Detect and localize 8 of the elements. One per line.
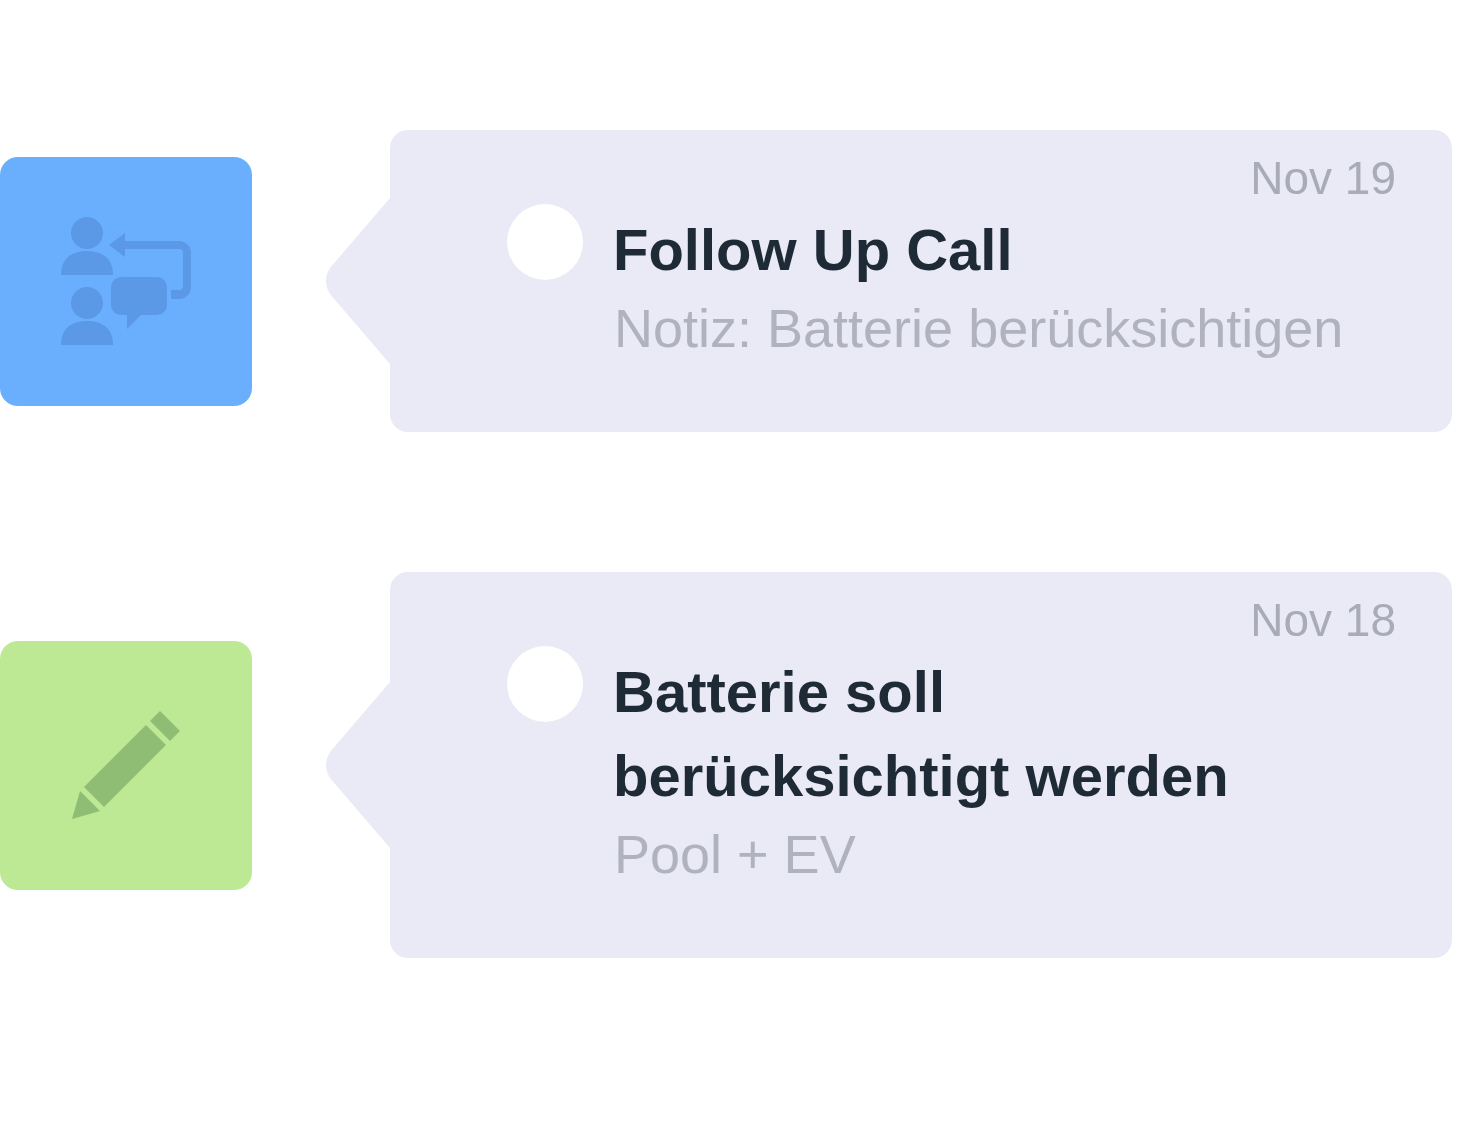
activity-date: Nov 18 — [1250, 594, 1396, 646]
activity-title: Follow Up Call — [613, 216, 1013, 284]
pencil-icon — [70, 709, 182, 821]
people-chat-icon — [59, 215, 193, 347]
activity-note: Notiz: Batterie berücksichtigen — [614, 297, 1344, 360]
activity-date: Nov 19 — [1250, 152, 1396, 204]
activity-title: Batterie soll berücksichtigt werden — [613, 658, 1230, 810]
activity-note: Pool + EV — [614, 823, 856, 886]
